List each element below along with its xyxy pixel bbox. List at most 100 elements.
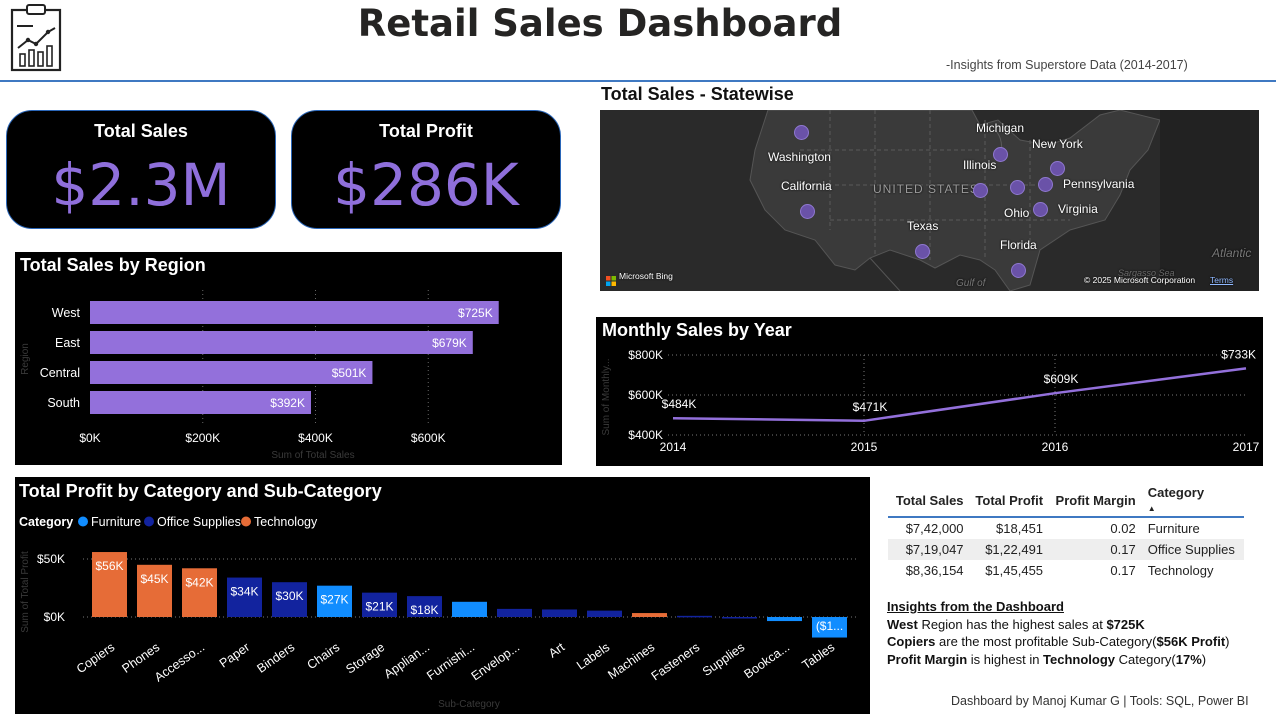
kpi-card-total-profit[interactable]: Total Profit $286K bbox=[291, 110, 561, 229]
windows-logo-icon bbox=[606, 271, 616, 286]
map-label-texas: Texas bbox=[907, 219, 939, 233]
x-axis-title: Sum of Total Sales bbox=[271, 450, 354, 461]
insight-text: $56K Profit bbox=[1156, 634, 1226, 649]
y-axis-title: Sum of Total Profit bbox=[20, 551, 31, 633]
insight-text: Category( bbox=[1115, 651, 1176, 667]
y-axis-title: Sum of Monthly... bbox=[601, 358, 612, 435]
map-bubble-florida[interactable] bbox=[1011, 263, 1026, 278]
bar bbox=[632, 613, 667, 617]
x-tick-label: Applian... bbox=[381, 640, 432, 681]
kpi-card-total-sales[interactable]: Total Sales $2.3M bbox=[6, 110, 276, 229]
map-label-michigan: Michigan bbox=[976, 121, 1025, 135]
insight-text: is highest in bbox=[967, 651, 1044, 667]
data-label: $733K bbox=[1221, 347, 1256, 361]
x-axis-title: Sub-Category bbox=[438, 699, 500, 710]
column-header-total-sales[interactable]: Total Sales bbox=[888, 484, 968, 516]
data-label: $56K bbox=[95, 559, 123, 573]
state-sales-map[interactable]: UNITED STATES Atlantic Gulf of Sargasso … bbox=[600, 110, 1259, 291]
data-label: $27K bbox=[320, 593, 348, 607]
data-label: $18K bbox=[410, 603, 438, 617]
x-tick-label: $400K bbox=[298, 431, 333, 445]
monthly-chart-panel[interactable]: Monthly Sales by Year $400K $600K $800K 201… bbox=[596, 317, 1263, 466]
cell-profit-margin: 0.17 bbox=[1110, 563, 1136, 578]
table-row[interactable]: $8,36,154 $1,45,455 0.17 Technology bbox=[888, 560, 1244, 581]
y-tick-label: $600K bbox=[628, 388, 663, 402]
bar bbox=[452, 601, 487, 617]
category-chart-panel[interactable]: Total Profit by Category and Sub-Categor… bbox=[15, 477, 870, 714]
insight-item: Profit Margin is highest in Technology C… bbox=[887, 651, 1230, 669]
map-bubble-california[interactable] bbox=[800, 204, 815, 219]
bar bbox=[90, 361, 373, 384]
y-tick-label: West bbox=[52, 306, 81, 320]
cell-profit-margin: 0.17 bbox=[1110, 542, 1136, 557]
legend-marker bbox=[241, 516, 251, 527]
cell-category: Furniture bbox=[1147, 521, 1200, 536]
map-bubble-texas[interactable] bbox=[915, 244, 930, 259]
kpi-label: Total Profit bbox=[379, 121, 473, 141]
data-label: $392K bbox=[270, 396, 305, 410]
map-bubble-new-york[interactable] bbox=[1050, 161, 1065, 176]
bar bbox=[677, 615, 712, 618]
cell-category: Technology bbox=[1147, 563, 1214, 578]
map-label-ohio: Ohio bbox=[1004, 206, 1030, 220]
region-bar-chart[interactable]: $0K $200K $400K $600K West $725K East $679K Cent… bbox=[15, 252, 562, 465]
data-label: $471K bbox=[853, 400, 888, 414]
category-bar-chart[interactable]: Category Furniture Office Supplies Technolo… bbox=[15, 477, 870, 714]
y-tick-label: $800K bbox=[628, 348, 663, 362]
map-terms-link[interactable]: Terms bbox=[1210, 275, 1233, 285]
header-divider bbox=[0, 80, 1276, 82]
insight-text: Region has the highest sales at bbox=[917, 616, 1107, 632]
bar bbox=[542, 609, 577, 617]
footer-credit: Dashboard by Manoj Kumar G | Tools: SQL,… bbox=[951, 694, 1249, 708]
insights-box: Insights from the Dashboard West Region … bbox=[887, 598, 1230, 668]
map-label-illinois: Illinois bbox=[963, 158, 997, 172]
column-header-profit-margin[interactable]: Profit Margin bbox=[1047, 484, 1140, 516]
map-bubble-virginia[interactable] bbox=[1033, 202, 1048, 217]
x-tick-label: Art bbox=[546, 640, 568, 661]
x-tick-label: Chairs bbox=[305, 640, 343, 672]
bar bbox=[90, 301, 499, 324]
map-bubble-pennsylvania[interactable] bbox=[1038, 177, 1053, 192]
table-row[interactable]: $7,19,047 $1,22,491 0.17 Office Supplies bbox=[888, 539, 1244, 560]
map-bubble-illinois[interactable] bbox=[973, 183, 988, 198]
legend-item: Furniture bbox=[91, 515, 141, 529]
x-tick-label: Supplies bbox=[700, 640, 747, 679]
y-tick-label: $400K bbox=[628, 428, 663, 442]
legend-item: Office Supplies bbox=[157, 515, 241, 529]
column-header-label: Category bbox=[1147, 485, 1205, 500]
data-label: $609K bbox=[1044, 372, 1079, 386]
map-label-virginia: Virginia bbox=[1058, 202, 1098, 216]
data-label: $725K bbox=[458, 306, 493, 320]
column-header-category[interactable]: Category ▲ bbox=[1140, 484, 1244, 516]
dashboard-title: Retail Sales Dashboard bbox=[357, 2, 843, 45]
monthly-line-chart[interactable]: $400K $600K $800K 2014 2015 2016 2017 $484K $471… bbox=[596, 317, 1263, 466]
insight-item: West Region has the highest sales at $72… bbox=[887, 616, 1230, 634]
y-tick-label: Central bbox=[40, 366, 80, 380]
data-label: $34K bbox=[230, 585, 258, 599]
bing-brand: Microsoft Bing bbox=[619, 271, 673, 281]
cell-total-sales: $8,36,154 bbox=[905, 563, 964, 578]
table-row[interactable]: $7,42,000 $18,451 0.02 Furniture bbox=[888, 518, 1244, 539]
cell-total-profit: $1,22,491 bbox=[985, 542, 1044, 557]
data-label: $42K bbox=[185, 575, 213, 589]
column-header-total-profit[interactable]: Total Profit bbox=[968, 484, 1048, 516]
bar bbox=[767, 617, 802, 622]
insights-list: West Region has the highest sales at $72… bbox=[887, 616, 1230, 669]
map-bubble-ohio[interactable] bbox=[1010, 180, 1025, 195]
map-label-new-york: New York bbox=[1032, 137, 1083, 151]
insight-text: 17% bbox=[1175, 651, 1202, 667]
summary-table[interactable]: Total Sales Total Profit Profit Margin C… bbox=[888, 484, 1244, 581]
cell-category: Office Supplies bbox=[1147, 542, 1235, 557]
map-background bbox=[600, 110, 1259, 291]
x-tick-label: Storage bbox=[343, 640, 387, 677]
bar bbox=[722, 617, 757, 619]
insight-text: ) bbox=[1225, 634, 1230, 649]
map-bubble-washington[interactable] bbox=[794, 125, 809, 140]
y-tick-label: $50K bbox=[37, 552, 65, 566]
data-label: $21K bbox=[365, 600, 393, 614]
cell-profit-margin: 0.02 bbox=[1110, 521, 1136, 536]
bar bbox=[497, 608, 532, 617]
bar bbox=[587, 610, 622, 617]
region-chart-panel[interactable]: Total Sales by Region $0K $200K $400K $600K… bbox=[15, 252, 562, 465]
x-tick-label: Tables bbox=[800, 640, 838, 672]
